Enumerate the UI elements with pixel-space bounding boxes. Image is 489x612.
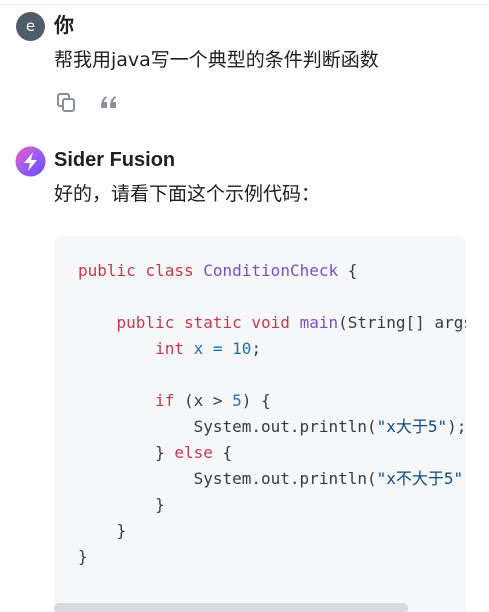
- code-line-12: }: [78, 547, 88, 566]
- code-scrollbar-thumb[interactable]: [54, 603, 408, 612]
- top-divider: [0, 4, 489, 5]
- code-scrollbar[interactable]: [54, 600, 466, 612]
- code-block[interactable]: public class ConditionCheck { public sta…: [54, 236, 466, 612]
- quote-icon: [101, 96, 116, 108]
- code-line-1: public class ConditionCheck {: [78, 261, 358, 280]
- code-line-8: } else {: [155, 443, 233, 462]
- code-line-7: System.out.println("x大于5");: [193, 417, 466, 436]
- code-line-9: System.out.println("x不大于5");: [193, 469, 466, 488]
- user-avatar: e: [16, 12, 45, 41]
- copy-icon: [57, 93, 75, 112]
- user-message: 帮我用java写一个典型的条件判断函数: [54, 49, 379, 71]
- sider-logo-icon: [15, 146, 46, 177]
- assistant-intro: 好的，请看下面这个示例代码：: [54, 183, 321, 205]
- copy-button[interactable]: [53, 89, 79, 115]
- code-line-3: public static void main(String[] args) {: [116, 313, 466, 332]
- code-line-4: int x = 10;: [155, 339, 262, 358]
- assistant-name: Sider Fusion: [54, 149, 176, 171]
- code-line-11: }: [116, 521, 127, 540]
- code-line-6: if (x > 5) {: [155, 391, 271, 410]
- code-line-10: }: [155, 495, 165, 514]
- user-name: 你: [54, 13, 74, 37]
- quote-button[interactable]: [96, 89, 122, 115]
